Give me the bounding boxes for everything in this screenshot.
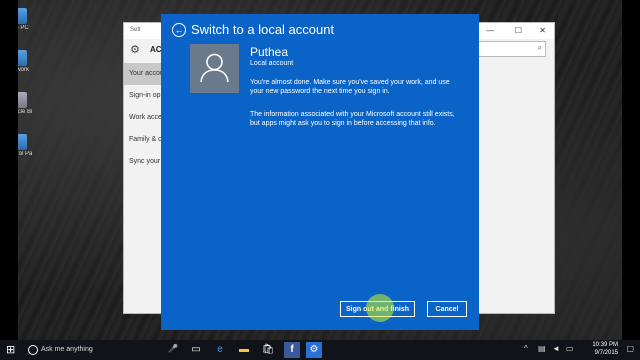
- message-microsoft-account: The information associated with your Mic…: [250, 111, 455, 127]
- nav-item-sync[interactable]: Sync your s: [124, 151, 164, 173]
- settings-nav: Your accou Sign-in op Work acce Family &…: [124, 63, 164, 173]
- settings-icon[interactable]: ⚙: [306, 342, 322, 358]
- task-view-icon[interactable]: ▭: [188, 342, 204, 358]
- letterbox-right: [622, 0, 640, 360]
- message-save-work: You're almost done. Make sure you've sav…: [250, 79, 450, 95]
- system-tray: ^ ▤ ◄ ▭ 10:39 PM 9/7/2015 ▢: [520, 340, 640, 360]
- keyboard-icon[interactable]: ▭: [566, 344, 574, 353]
- sign-out-and-finish-button[interactable]: Sign out and finish: [340, 301, 415, 317]
- microphone-icon[interactable]: 🎤: [168, 344, 178, 353]
- user-icon: [200, 53, 229, 83]
- settings-title-label: Sett: [130, 27, 141, 33]
- switch-local-account-dialog: ← Switch to a local account Puthea Local…: [161, 14, 479, 330]
- letterbox-left: [0, 0, 18, 360]
- nav-item-family[interactable]: Family & o: [124, 129, 164, 151]
- file-explorer-icon[interactable]: ▬: [236, 342, 252, 358]
- cortana-search-box[interactable]: Ask me anything 🎤: [24, 340, 182, 360]
- cortana-icon: [28, 345, 38, 355]
- nav-item-your-account[interactable]: Your accou: [124, 63, 164, 85]
- close-icon[interactable]: ✕: [539, 26, 546, 35]
- gear-icon: ⚙: [130, 44, 140, 56]
- dialog-title: Switch to a local account: [191, 22, 335, 37]
- notifications-icon[interactable]: ▢: [626, 344, 634, 353]
- nav-item-sign-in-options[interactable]: Sign-in op: [124, 85, 164, 107]
- store-icon[interactable]: 🛍: [260, 342, 276, 358]
- nav-item-work-access[interactable]: Work acce: [124, 107, 164, 129]
- cancel-button[interactable]: Cancel: [427, 301, 467, 317]
- start-button[interactable]: ⊞: [6, 340, 22, 360]
- maximize-icon[interactable]: ☐: [515, 26, 522, 35]
- taskbar: ⊞ Ask me anything 🎤 ▭ e ▬ 🛍 f ⚙ ^ ▤ ◄ ▭ …: [0, 340, 640, 360]
- clock-date: 9/7/2015: [594, 350, 618, 356]
- avatar: [190, 44, 239, 93]
- facebook-icon[interactable]: f: [284, 342, 300, 358]
- minimize-icon[interactable]: —: [486, 26, 494, 35]
- clock-time: 10:39 PM: [592, 342, 618, 348]
- edge-icon[interactable]: e: [212, 342, 228, 358]
- search-icon: ⌕: [537, 43, 542, 52]
- volume-icon[interactable]: ◄: [552, 344, 560, 353]
- windows-logo-icon: ⊞: [6, 344, 16, 356]
- clock[interactable]: 10:39 PM 9/7/2015: [592, 341, 618, 357]
- user-name: Puthea: [250, 45, 289, 59]
- chevron-up-icon[interactable]: ^: [524, 344, 528, 353]
- search-placeholder: Ask me anything: [41, 346, 93, 353]
- network-icon[interactable]: ▤: [538, 344, 546, 353]
- back-arrow-icon[interactable]: ←: [172, 23, 186, 37]
- account-type: Local account: [250, 60, 294, 67]
